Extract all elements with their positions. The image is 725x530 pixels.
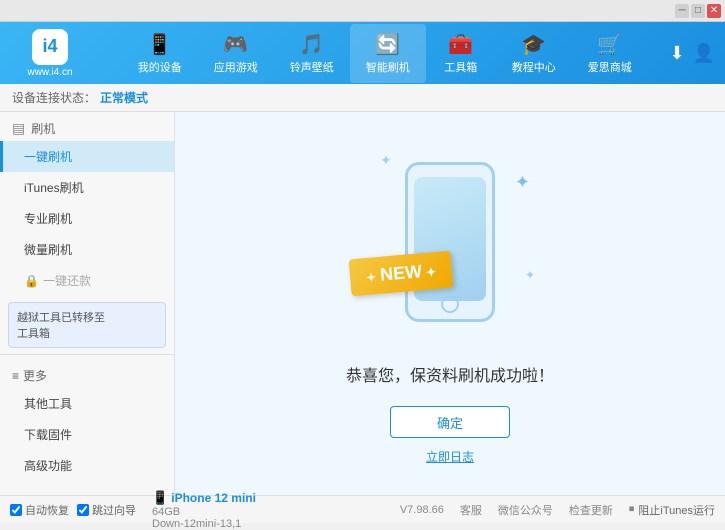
nav-smart-shop-label: 智能刷机 — [366, 59, 410, 75]
support-link[interactable]: 客服 — [460, 502, 482, 518]
main-layout: ▤ 刷机 一键刷机 iTunes刷机 专业刷机 微量刷机 🔒 一键还款 越狱工具… — [0, 112, 725, 495]
check-update-link[interactable]: 检查更新 — [569, 502, 613, 518]
skip-wizard-input[interactable] — [77, 504, 89, 516]
sidebar-info-box: 越狱工具已转移至工具箱 — [8, 302, 166, 348]
header: i4 www.i4.cn 📱 我的设备 🎮 应用游戏 🎵 铃声壁纸 🔄 智能刷机… — [0, 22, 725, 84]
logo-icon: i4 — [32, 29, 68, 65]
phone-illustration — [405, 162, 495, 322]
bottom-right: V7.98.66 客服 微信公众号 检查更新 ⏹ 阻止iTunes运行 — [400, 502, 715, 518]
close-button[interactable]: ✕ — [707, 4, 721, 18]
sparkle-1: ✦ — [380, 152, 392, 169]
sidebar-item-one-click-flash[interactable]: 一键刷机 — [0, 141, 174, 172]
minimize-button[interactable]: ─ — [675, 4, 689, 18]
smart-shop-icon: 🔄 — [375, 32, 400, 57]
nav-app-games[interactable]: 🎮 应用游戏 — [198, 24, 274, 83]
nav-tutorial[interactable]: 🎓 教程中心 — [496, 24, 572, 83]
sidebar: ▤ 刷机 一键刷机 iTunes刷机 专业刷机 微量刷机 🔒 一键还款 越狱工具… — [0, 112, 175, 495]
sidebar-item-other-tools[interactable]: 其他工具 — [0, 388, 174, 419]
device-icon: 📱 — [152, 490, 168, 505]
sidebar-item-advanced[interactable]: 高级功能 — [0, 450, 174, 481]
sidebar-item-micro-flash[interactable]: 微量刷机 — [0, 234, 174, 265]
nav-my-device[interactable]: 📱 我的设备 — [122, 24, 198, 83]
success-message: 恭喜您，保资料刷机成功啦！ — [346, 362, 554, 386]
nav-ringtone[interactable]: 🎵 铃声壁纸 — [274, 24, 350, 83]
nav-bar: 📱 我的设备 🎮 应用游戏 🎵 铃声壁纸 🔄 智能刷机 🧰 工具箱 🎓 教程中心… — [100, 24, 669, 83]
tutorial-icon: 🎓 — [521, 32, 546, 57]
sidebar-item-download-firmware[interactable]: 下载固件 — [0, 419, 174, 450]
version-text: V7.98.66 — [400, 504, 444, 516]
toolbox-icon: 🧰 — [448, 32, 473, 57]
device-name: iPhone 12 mini — [171, 491, 256, 505]
logo: i4 www.i4.cn — [10, 29, 90, 78]
status-label: 设备连接状态： — [12, 89, 96, 106]
sparkle-3: ✦ — [525, 268, 535, 282]
auto-restore-checkbox[interactable]: 自动恢复 — [10, 502, 69, 518]
status-value: 正常模式 — [100, 89, 148, 106]
sidebar-item-one-click-restore: 🔒 一键还款 — [0, 265, 174, 296]
phone-home-button — [441, 295, 459, 313]
sidebar-item-pro-flash[interactable]: 专业刷机 — [0, 203, 174, 234]
download-button[interactable]: ⬇ — [669, 43, 684, 64]
wechat-link[interactable]: 微信公众号 — [498, 502, 553, 518]
bottom-left: 自动恢复 跳过向导 📱 iPhone 12 mini 64GB Down-12m… — [10, 490, 256, 530]
stop-itunes-button[interactable]: ⏹ 阻止iTunes运行 — [629, 502, 715, 518]
device-version: Down-12mini-13,1 — [152, 518, 241, 530]
sparkle-2: ✦ — [515, 172, 530, 193]
device-storage: 64GB — [152, 506, 180, 518]
status-bar: 设备连接状态： 正常模式 — [0, 84, 725, 112]
device-info: 📱 iPhone 12 mini 64GB Down-12mini-13,1 — [152, 490, 256, 530]
nav-ringtone-label: 铃声壁纸 — [290, 59, 334, 75]
confirm-button[interactable]: 确定 — [390, 406, 510, 438]
more-section-icon: ≡ — [12, 369, 19, 383]
nav-toolbox[interactable]: 🧰 工具箱 — [426, 24, 496, 83]
app-games-icon: 🎮 — [223, 32, 248, 57]
nav-tutorial-label: 教程中心 — [512, 59, 556, 75]
nav-toolbox-label: 工具箱 — [444, 59, 477, 75]
stop-icon: ⏹ — [629, 503, 635, 516]
success-illustration: ✦ ✦ ✦ NEW — [360, 142, 540, 342]
nav-my-device-label: 我的设备 — [138, 59, 182, 75]
nav-smart-shop[interactable]: 🔄 智能刷机 — [350, 24, 426, 83]
sidebar-item-itunes-flash[interactable]: iTunes刷机 — [0, 172, 174, 203]
main-content: ✦ ✦ ✦ NEW 恭喜您，保资料刷机成功啦！ 确定 立即日志 — [175, 112, 725, 495]
shop-icon: 🛒 — [597, 32, 622, 57]
maximize-button[interactable]: □ — [691, 4, 705, 18]
ringtone-icon: 🎵 — [299, 32, 324, 57]
sidebar-section-more: ≡ 更多 — [0, 359, 174, 388]
log-link[interactable]: 立即日志 — [426, 448, 474, 465]
header-right: ⬇ 👤 — [669, 43, 715, 64]
skip-wizard-checkbox[interactable]: 跳过向导 — [77, 502, 136, 518]
logo-sub: www.i4.cn — [27, 67, 72, 78]
bottom-bar: 自动恢复 跳过向导 📱 iPhone 12 mini 64GB Down-12m… — [0, 495, 725, 523]
my-device-icon: 📱 — [147, 32, 172, 57]
nav-app-games-label: 应用游戏 — [214, 59, 258, 75]
nav-shop[interactable]: 🛒 爱思商城 — [572, 24, 648, 83]
nav-shop-label: 爱思商城 — [588, 59, 632, 75]
title-bar: ─ □ ✕ — [0, 0, 725, 22]
lock-icon: 🔒 — [24, 274, 39, 288]
flash-section-icon: ▤ — [12, 120, 25, 137]
user-button[interactable]: 👤 — [693, 43, 715, 64]
auto-restore-input[interactable] — [10, 504, 22, 516]
sidebar-section-flash: ▤ 刷机 — [0, 112, 174, 141]
